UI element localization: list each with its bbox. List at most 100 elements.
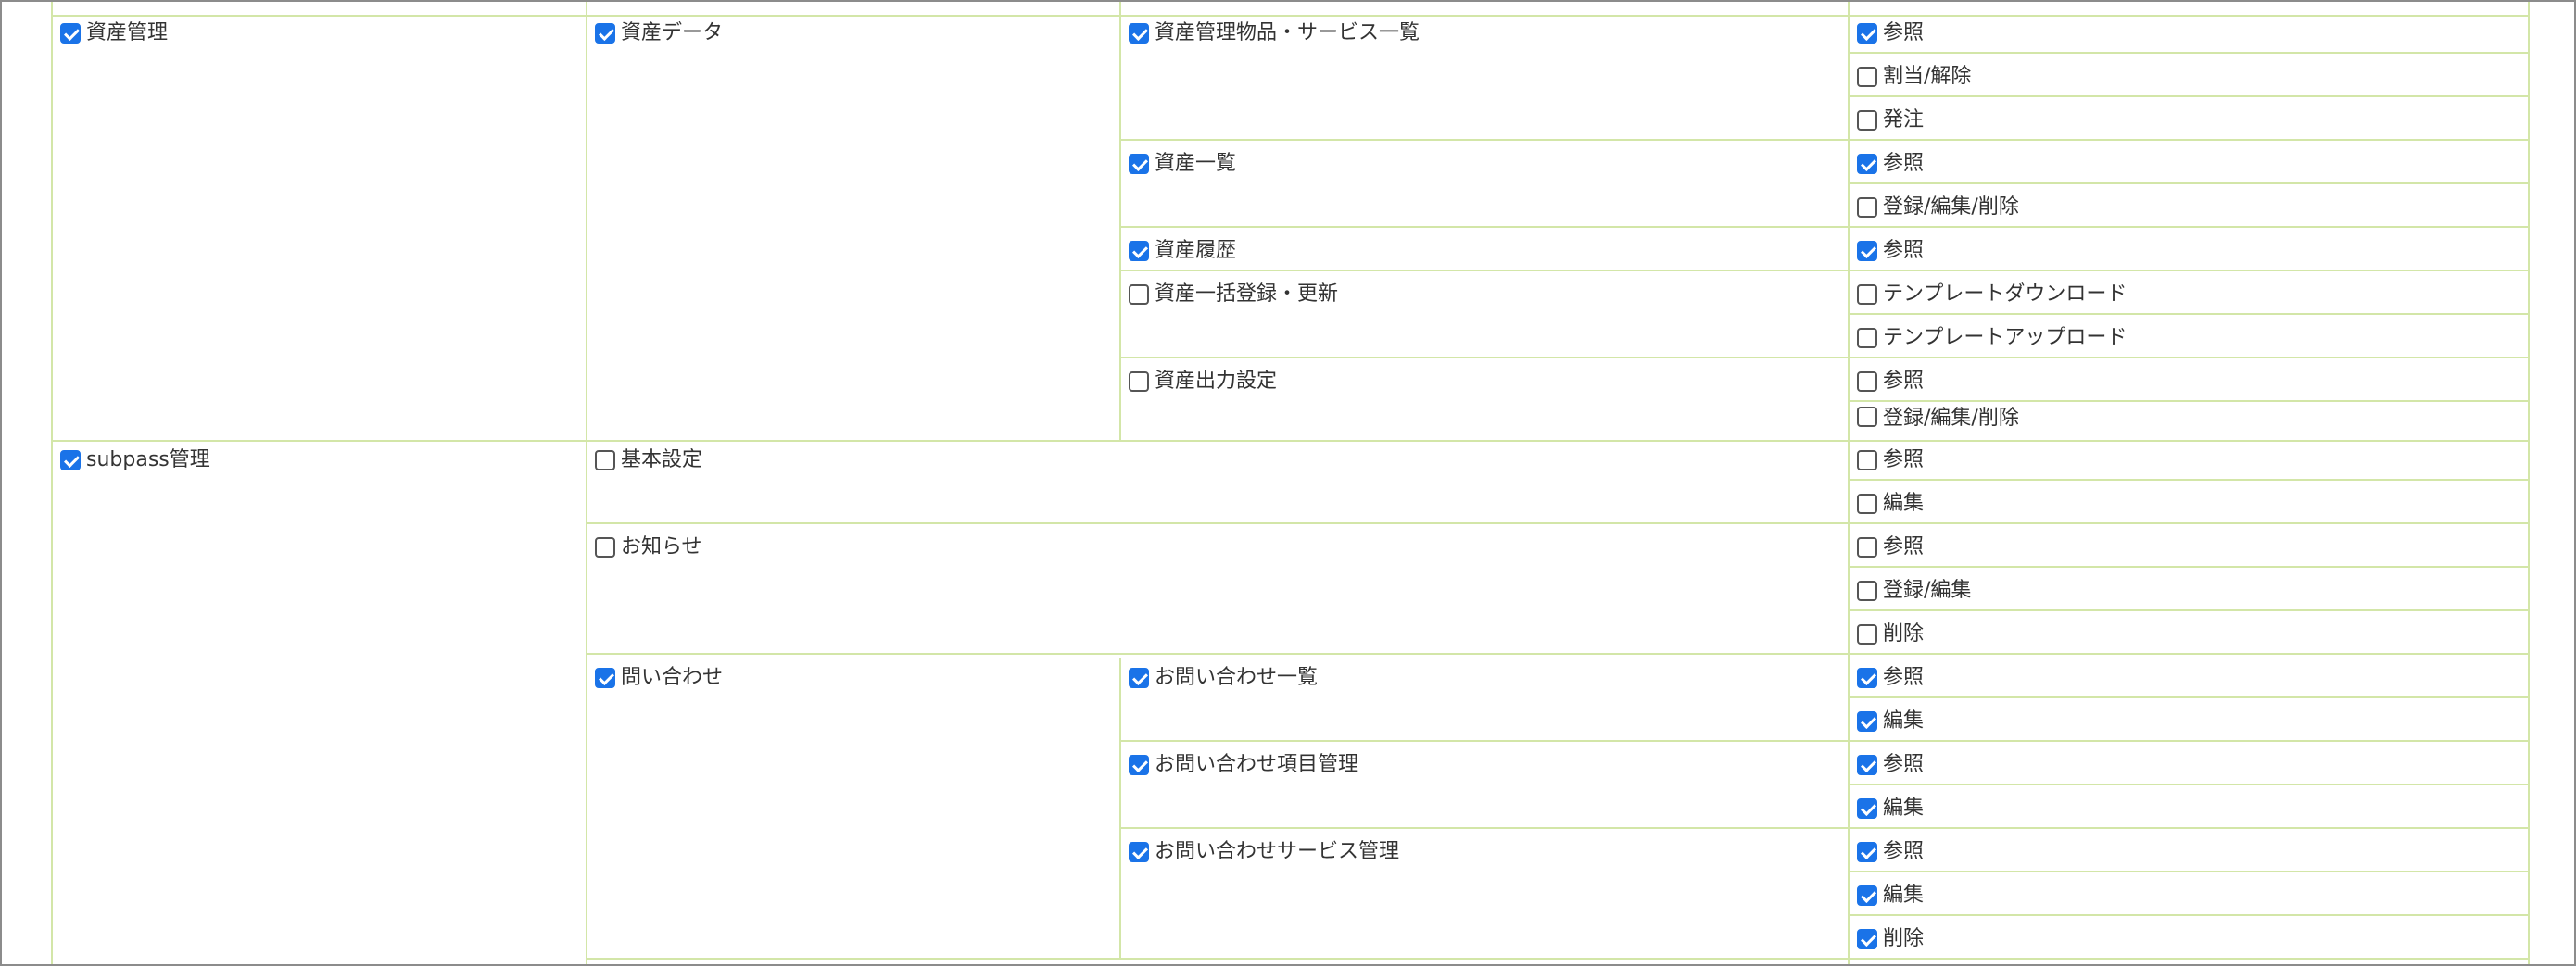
sub-checkbox-label: お知らせ bbox=[621, 535, 702, 558]
checkbox-checked-icon[interactable] bbox=[1129, 842, 1149, 862]
checkbox-unchecked-icon[interactable] bbox=[1857, 537, 1877, 558]
perm-checkbox[interactable]: 参照 bbox=[1857, 232, 1924, 270]
checkbox-checked-icon[interactable] bbox=[1857, 842, 1877, 862]
grid-line bbox=[1848, 400, 2528, 402]
perm-checkbox-label: 削除 bbox=[1883, 927, 1925, 950]
checkbox-checked-icon[interactable] bbox=[1857, 929, 1877, 949]
perm-checkbox[interactable]: テンプレートアップロード bbox=[1857, 320, 2127, 357]
perm-checkbox[interactable]: 編集 bbox=[1857, 485, 1924, 522]
checkbox-unchecked-icon[interactable] bbox=[1857, 197, 1877, 218]
checkbox-checked-icon[interactable] bbox=[1857, 23, 1877, 44]
checkbox-checked-icon[interactable] bbox=[1857, 154, 1877, 174]
checkbox-checked-icon[interactable] bbox=[1857, 668, 1877, 688]
grid-line bbox=[1848, 609, 2528, 611]
checkbox-unchecked-icon[interactable] bbox=[1129, 284, 1149, 305]
feature-checkbox-label: 資産管理物品・サービス一覧 bbox=[1155, 21, 1421, 44]
sub-checkbox[interactable]: 資産データ bbox=[595, 15, 723, 52]
perm-checkbox[interactable]: 編集 bbox=[1857, 703, 1924, 740]
grid-line bbox=[586, 653, 2528, 655]
perm-checkbox[interactable]: 削除 bbox=[1857, 616, 1924, 653]
perm-checkbox[interactable]: 参照 bbox=[1857, 746, 1924, 784]
sub-checkbox[interactable]: 基本設定 bbox=[595, 442, 702, 479]
perm-checkbox-label: 参照 bbox=[1883, 840, 1925, 863]
perm-checkbox[interactable]: 参照 bbox=[1857, 15, 1924, 52]
perm-checkbox[interactable]: 参照 bbox=[1857, 659, 1924, 696]
feature-checkbox[interactable]: お問い合わせサービス管理 bbox=[1129, 834, 1399, 871]
checkbox-checked-icon[interactable] bbox=[1129, 755, 1149, 775]
checkbox-unchecked-icon[interactable] bbox=[1857, 407, 1877, 427]
perm-checkbox[interactable]: 参照 bbox=[1857, 834, 1924, 871]
perm-checkbox[interactable]: 編集 bbox=[1857, 877, 1924, 914]
perm-checkbox-label: 登録/編集/削除 bbox=[1883, 195, 2019, 219]
checkbox-checked-icon[interactable] bbox=[1857, 711, 1877, 732]
checkbox-unchecked-icon[interactable] bbox=[1857, 624, 1877, 645]
feature-checkbox[interactable]: お問い合わせ一覧 bbox=[1129, 659, 1318, 696]
perm-checkbox[interactable]: 削除 bbox=[1857, 921, 1924, 958]
checkbox-checked-icon[interactable] bbox=[60, 23, 81, 44]
perm-checkbox[interactable]: 参照 bbox=[1857, 442, 1924, 479]
perm-checkbox-label: 参照 bbox=[1883, 753, 1925, 776]
feature-checkbox[interactable]: 資産一括登録・更新 bbox=[1129, 276, 1338, 313]
checkbox-checked-icon[interactable] bbox=[1857, 241, 1877, 261]
permission-table: 資産管理 資産データ 資産管理物品・サービス一覧 参照 割当/解除 発注 資産一覧 参照 登録/… bbox=[0, 0, 2576, 966]
sub-checkbox-label: 基本設定 bbox=[621, 448, 703, 471]
perm-checkbox[interactable]: 発注 bbox=[1857, 102, 1924, 139]
group-checkbox[interactable]: subpass管理 bbox=[60, 442, 210, 479]
grid-line bbox=[1119, 270, 2528, 271]
checkbox-checked-icon[interactable] bbox=[1129, 23, 1149, 44]
perm-checkbox[interactable]: 参照 bbox=[1857, 529, 1924, 566]
perm-checkbox-label: テンプレートアップロード bbox=[1883, 326, 2128, 349]
perm-checkbox-label: 登録/編集 bbox=[1883, 579, 1972, 602]
grid-line bbox=[1848, 696, 2528, 698]
group-checkbox[interactable]: 資産管理 bbox=[60, 15, 168, 52]
checkbox-unchecked-icon[interactable] bbox=[1129, 371, 1149, 392]
checkbox-checked-icon[interactable] bbox=[1129, 241, 1149, 261]
perm-checkbox[interactable]: 編集 bbox=[1857, 790, 1924, 827]
feature-checkbox[interactable]: 資産一覧 bbox=[1129, 145, 1236, 182]
checkbox-checked-icon[interactable] bbox=[1857, 798, 1877, 819]
checkbox-unchecked-icon[interactable] bbox=[1857, 450, 1877, 470]
feature-checkbox[interactable]: 資産出力設定 bbox=[1129, 363, 1277, 400]
checkbox-checked-icon[interactable] bbox=[1129, 154, 1149, 174]
grid-line bbox=[1848, 784, 2528, 785]
perm-checkbox-label: 参照 bbox=[1883, 535, 1925, 558]
perm-checkbox[interactable]: 参照 bbox=[1857, 145, 1924, 182]
checkbox-checked-icon[interactable] bbox=[595, 668, 615, 688]
perm-checkbox[interactable]: 登録/編集 bbox=[1857, 572, 1971, 609]
checkbox-unchecked-icon[interactable] bbox=[1857, 371, 1877, 392]
grid-line bbox=[1119, 658, 1121, 958]
perm-checkbox[interactable]: 割当/解除 bbox=[1857, 58, 1971, 95]
sub-checkbox[interactable]: お知らせ bbox=[595, 529, 702, 566]
perm-checkbox[interactable]: 参照 bbox=[1857, 363, 1924, 400]
checkbox-checked-icon[interactable] bbox=[1857, 755, 1877, 775]
feature-checkbox[interactable]: お問い合わせ項目管理 bbox=[1129, 746, 1358, 784]
sub-checkbox[interactable]: 問い合わせ bbox=[595, 659, 723, 696]
checkbox-unchecked-icon[interactable] bbox=[1857, 67, 1877, 87]
perm-checkbox-label: 参照 bbox=[1883, 666, 1925, 689]
feature-checkbox[interactable]: 資産履歴 bbox=[1129, 232, 1236, 270]
grid-line bbox=[586, 522, 2528, 524]
perm-checkbox[interactable]: テンプレートダウンロード bbox=[1857, 276, 2127, 313]
checkbox-checked-icon[interactable] bbox=[60, 450, 81, 470]
checkbox-unchecked-icon[interactable] bbox=[595, 450, 615, 470]
grid-line bbox=[2528, 2, 2530, 964]
perm-checkbox[interactable]: 登録/編集/削除 bbox=[1857, 189, 2019, 226]
feature-checkbox-label: 資産一括登録・更新 bbox=[1155, 282, 1339, 306]
checkbox-unchecked-icon[interactable] bbox=[1857, 581, 1877, 601]
grid-line bbox=[586, 2, 587, 964]
grid-line bbox=[1848, 52, 2528, 54]
checkbox-unchecked-icon[interactable] bbox=[1857, 110, 1877, 131]
checkbox-unchecked-icon[interactable] bbox=[1857, 328, 1877, 348]
checkbox-checked-icon[interactable] bbox=[1129, 668, 1149, 688]
perm-checkbox-label: 参照 bbox=[1883, 370, 1925, 393]
checkbox-checked-icon[interactable] bbox=[1857, 885, 1877, 906]
checkbox-unchecked-icon[interactable] bbox=[595, 537, 615, 558]
checkbox-unchecked-icon[interactable] bbox=[1857, 494, 1877, 514]
checkbox-unchecked-icon[interactable] bbox=[1857, 284, 1877, 305]
grid-line bbox=[1848, 2, 1850, 964]
feature-checkbox-label: お問い合わせサービス管理 bbox=[1155, 840, 1400, 863]
perm-checkbox-label: テンプレートダウンロード bbox=[1883, 282, 2128, 306]
checkbox-checked-icon[interactable] bbox=[595, 23, 615, 44]
perm-checkbox[interactable]: 登録/編集/削除 bbox=[1857, 407, 2019, 427]
feature-checkbox[interactable]: 資産管理物品・サービス一覧 bbox=[1129, 15, 1420, 52]
